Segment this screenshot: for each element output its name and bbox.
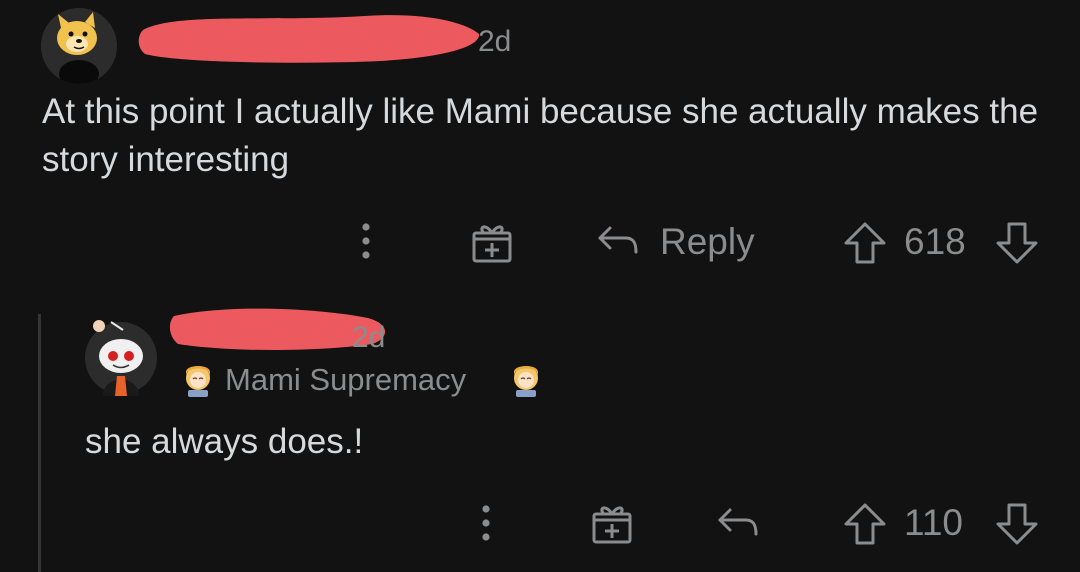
arrow-down-icon[interactable] bbox=[994, 220, 1040, 266]
more-vertical-icon[interactable] bbox=[354, 218, 378, 264]
comment-body: At this point I actually like Mami becau… bbox=[42, 92, 1039, 179]
arrow-up-icon[interactable] bbox=[842, 501, 888, 547]
user-avatar[interactable] bbox=[41, 8, 117, 84]
vote-score: 618 bbox=[904, 221, 966, 262]
mami-flair-icon bbox=[180, 362, 216, 398]
doge-avatar-icon bbox=[41, 8, 117, 84]
comment-timestamp: 2d bbox=[352, 321, 386, 354]
user-avatar[interactable] bbox=[83, 316, 159, 396]
mami-flair-icon bbox=[508, 362, 544, 398]
vote-score: 110 bbox=[904, 502, 963, 543]
user-flair: Mami Supremacy bbox=[225, 362, 467, 397]
comment-body: she always does.! bbox=[85, 422, 364, 461]
snoo-avatar-icon bbox=[85, 320, 157, 396]
arrow-up-icon[interactable] bbox=[842, 220, 888, 266]
username-redaction bbox=[135, 4, 485, 68]
gift-award-icon[interactable] bbox=[468, 221, 516, 265]
gift-award-icon[interactable] bbox=[588, 502, 636, 546]
reply-arrow-icon[interactable] bbox=[716, 504, 760, 542]
reply-arrow-icon[interactable] bbox=[596, 222, 640, 260]
reply-button[interactable]: Reply bbox=[660, 219, 755, 265]
comment-timestamp: 2d bbox=[478, 25, 512, 58]
more-vertical-icon[interactable] bbox=[474, 500, 498, 546]
arrow-down-icon[interactable] bbox=[994, 501, 1040, 547]
thread-line[interactable] bbox=[38, 314, 41, 572]
